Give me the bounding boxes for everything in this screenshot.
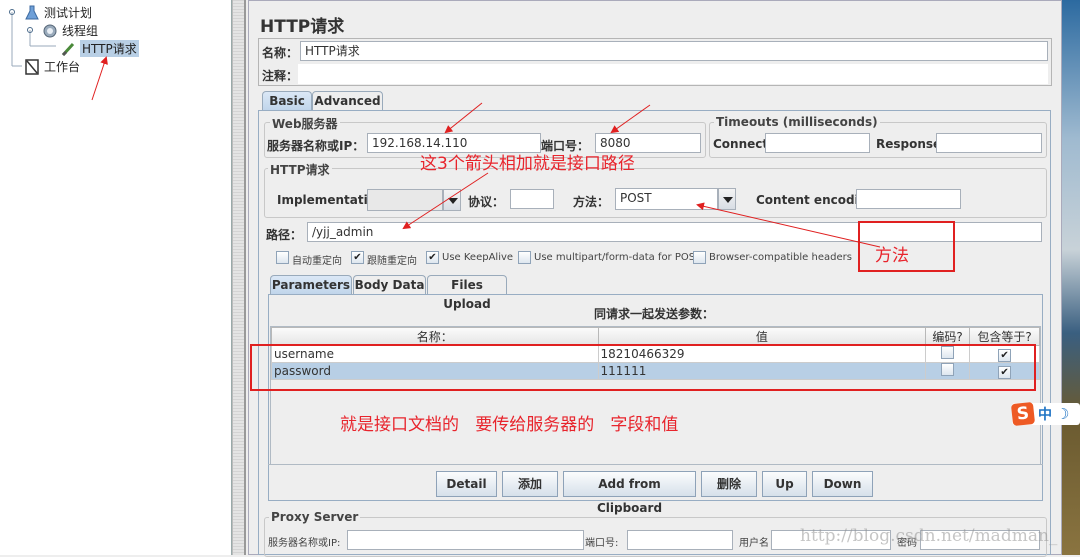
delete-button[interactable]: 删除 [701,471,757,497]
host-label: 服务器名称或IP： [267,139,365,153]
page-title: HTTP请求 [260,17,345,37]
method-select[interactable]: POST [615,188,718,210]
proxy-port-label: 端口号: [585,538,619,549]
name-input[interactable]: HTTP请求 [300,41,1048,61]
tree-item-label: HTTP请求 [80,40,139,57]
column-header-name[interactable]: 名称： [271,327,599,346]
proxy-host-label: 服务器名称或IP: [268,538,341,549]
proxy-port-input[interactable] [627,530,733,550]
detail-button[interactable]: Detail [436,471,497,497]
proxy-host-input[interactable] [347,530,584,550]
tab-basic[interactable]: Basic [262,91,312,111]
tab-files-upload[interactable]: Files Upload [427,275,507,311]
web-server-title: Web服务器 [270,115,340,132]
down-button[interactable]: Down [812,471,873,497]
tree-item-label: 测试计划 [44,6,93,20]
tree-item-workbench[interactable]: 工作台 [24,58,80,75]
protocol-label: 协议： [468,195,505,209]
proxy-title: Proxy Server [269,510,361,524]
tree-item-thread-group[interactable]: 线程组 [42,22,98,39]
buttons-divider [268,464,1043,465]
connect-label: Connect: [713,137,773,151]
follow-redirect-label: 跟随重定向 [367,256,417,267]
tree-item-label: 线程组 [62,24,99,38]
column-header-encode[interactable]: 编码? [925,327,971,346]
response-timeout-input[interactable] [936,133,1042,153]
ime-status-bar[interactable]: S 中 ☽ [1010,401,1080,427]
auto-redirect-checkbox[interactable] [276,251,289,264]
split-pane-divider[interactable] [232,0,246,555]
timeouts-title: Timeouts (milliseconds) [714,115,880,129]
tree-item-test-plan[interactable]: 测试计划 [24,4,92,21]
tab-advanced[interactable]: Advanced [312,91,383,111]
name-label: 名称： [262,46,299,60]
protocol-input[interactable] [510,189,554,209]
desktop-background [1062,0,1080,555]
tree-item-label: 工作台 [44,60,81,74]
params-caption: 同请求一起发送参数： [594,307,715,321]
http-request-group-title: HTTP请求 [268,161,332,178]
follow-redirect-checkbox[interactable]: ✔ [351,251,364,264]
path-label: 路径： [266,228,303,242]
sampler-pipette-icon [60,41,76,57]
browser-headers-label: Browser-compatible headers [709,252,852,263]
implementation-select[interactable] [367,189,443,211]
ime-mode-chinese[interactable]: 中 [1038,404,1052,424]
column-header-value[interactable]: 值 [597,327,927,346]
watermark: http://blog.csdn.net/madman_ [800,526,1058,546]
method-dropdown-arrow[interactable] [718,188,736,210]
annotation-params-box [250,344,1036,391]
connect-timeout-input[interactable] [765,133,870,153]
tab-body-data[interactable]: Body Data [353,275,426,295]
multipart-checkbox[interactable] [518,251,531,264]
annotation-path-note: 这3个箭头相加就是接口路径 [420,154,635,174]
add-from-clipboard-button[interactable]: Add from Clipboard [563,471,696,515]
gear-icon [42,23,58,39]
tab-parameters[interactable]: Parameters [270,275,352,295]
add-button[interactable]: 添加 [502,471,558,497]
test-plan-tree[interactable]: 测试计划 线程组 HTTP请求 工作台 [0,0,232,555]
sogou-logo-icon: S [1010,401,1036,427]
implementation-dropdown-arrow[interactable] [443,189,461,211]
annotation-params-note: 就是接口文档的 要传给服务器的 字段和值 [340,415,679,435]
content-encoding-input[interactable] [856,189,961,209]
test-plan-icon [24,5,40,21]
up-button[interactable]: Up [762,471,807,497]
keepalive-checkbox[interactable]: ✔ [426,251,439,264]
multipart-label: Use multipart/form-data for POST [534,252,702,263]
browser-headers-checkbox[interactable] [693,251,706,264]
workbench-icon [24,58,40,75]
comment-input[interactable] [298,64,1048,84]
keepalive-label: Use KeepAlive [442,252,514,263]
tree-item-http-request[interactable]: HTTP请求 [60,40,139,57]
method-label: 方法： [573,195,610,209]
comment-label: 注释： [262,69,299,83]
annotation-method-note: 方法 [875,246,909,266]
moon-icon[interactable]: ☽ [1056,405,1069,423]
column-header-include-equals[interactable]: 包含等于? [969,327,1040,346]
auto-redirect-label: 自动重定向 [292,256,342,267]
proxy-user-label: 用户名 [739,538,769,549]
